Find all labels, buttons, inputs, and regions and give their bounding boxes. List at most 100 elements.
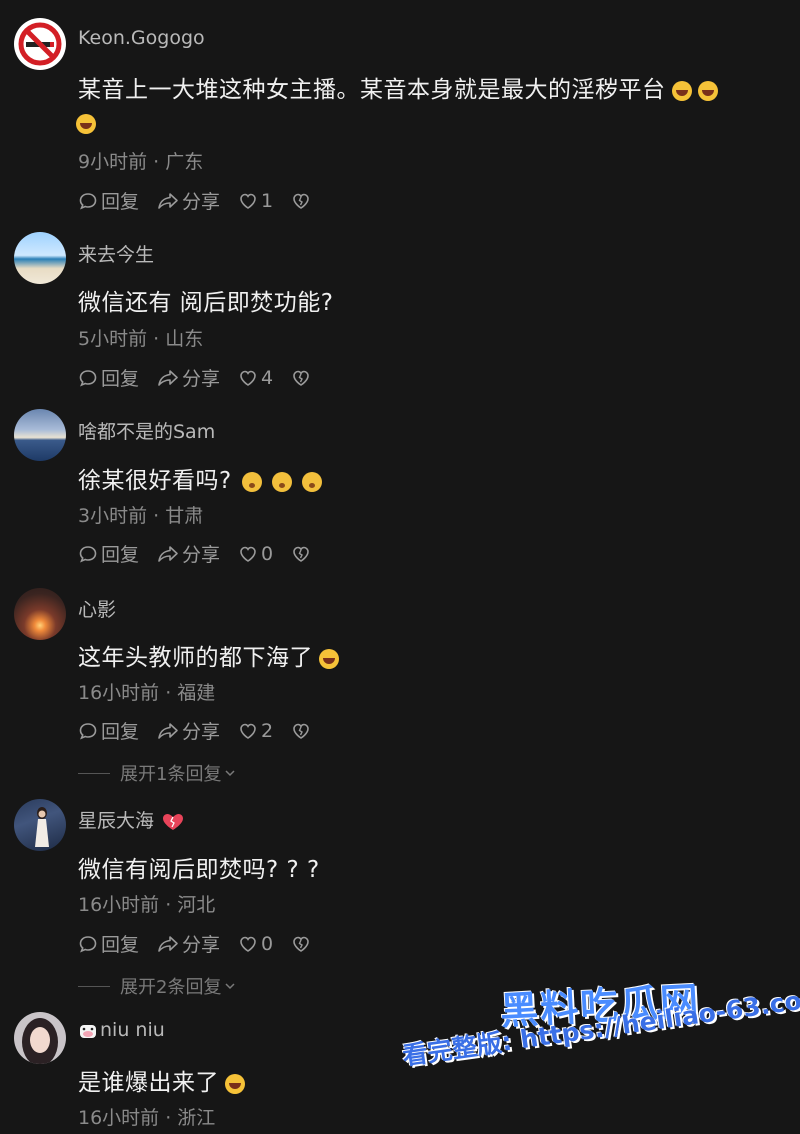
share-button[interactable]: 分享 [157,187,220,214]
username[interactable]: 啥都不是的Sam [78,417,215,444]
broken-heart-icon [293,193,309,209]
laughing-emoji-icon [225,1073,245,1094]
like-count: 4 [261,366,274,389]
share-icon [158,369,178,386]
comment-text-content: 是谁爆出来了 [78,1070,219,1096]
reply-label: 回复 [101,934,140,956]
username[interactable]: 星辰大海 [78,806,184,833]
avatar[interactable] [14,588,66,640]
broken-heart-icon [293,723,309,739]
comment-actions: 回复 分享 0 [78,540,332,567]
divider [78,772,110,774]
comment-text: 微信有阅后即焚吗? ? ? [78,857,320,883]
like-button[interactable]: 4 [238,367,273,389]
divider [78,985,110,987]
comment-text-content: 徐某很好看吗? [78,468,232,494]
dislike-button[interactable] [291,544,314,564]
comment-text: 这年头教师的都下海了 [78,638,339,672]
avatar[interactable] [14,409,66,461]
laughing-emoji-icon [76,113,96,134]
avatar[interactable] [14,1012,66,1064]
reply-icon [79,192,97,209]
reply-button[interactable]: 回复 [78,364,139,391]
comment-actions: 回复 分享 1 [78,187,332,214]
avatar[interactable] [14,232,66,284]
comment-actions: 回复 分享 2 [78,717,332,744]
share-icon [158,722,178,739]
like-button[interactable]: 0 [238,543,273,565]
time-location: 16小时前 · 河北 [78,894,216,916]
share-button[interactable]: 分享 [157,364,220,391]
share-label: 分享 [182,544,221,566]
dislike-button[interactable] [291,191,314,211]
watermark: 黑料吃瓜网 看完整版: https://heiliao-63.com [395,975,800,1125]
share-label: 分享 [182,934,221,956]
comment-text: 微信还有 阅后即焚功能? [78,290,334,316]
like-button[interactable]: 1 [238,190,273,212]
reply-label: 回复 [101,368,140,390]
time-location: 5小时前 · 山东 [78,328,204,350]
share-label: 分享 [182,721,221,743]
cow-emoji-icon [80,1024,96,1038]
reply-button[interactable]: 回复 [78,930,139,957]
username-text: niu niu [100,1019,165,1041]
laughing-emoji-icon [671,80,692,101]
comment-text-content: 这年头教师的都下海了 [78,645,313,671]
reply-button[interactable]: 回复 [78,717,139,744]
like-button[interactable]: 0 [238,933,273,955]
yawning-emoji-icon [301,471,322,492]
chevron-down-icon [225,983,235,990]
avatar[interactable] [14,18,66,70]
time-location: 16小时前 · 福建 [78,682,216,704]
broken-heart-icon [293,370,309,386]
like-count: 0 [261,932,274,955]
dislike-button[interactable] [291,721,314,741]
expand-replies-button[interactable]: 展开2条回复 [78,973,237,999]
expand-replies-button[interactable]: 展开1条回复 [78,760,237,786]
share-icon [158,545,178,562]
like-count: 2 [261,719,274,742]
laughing-emoji-icon [697,80,718,101]
no-smoking-icon [16,20,64,68]
reply-button[interactable]: 回复 [78,540,139,567]
share-icon [158,935,178,952]
laughing-emoji-icon [319,648,339,669]
woman-photo [35,807,49,847]
girl-photo [22,1018,58,1064]
username-text: 星辰大海 [78,810,155,832]
time-location: 9小时前 · 广东 [78,151,204,173]
expand-replies-label: 展开2条回复 [120,977,222,998]
yawning-emoji-icon [271,471,292,492]
username[interactable]: 来去今生 [78,240,154,267]
like-button[interactable]: 2 [238,720,273,742]
heart-icon [240,546,256,562]
yawning-emoji-icon [241,471,262,492]
dislike-button[interactable] [291,368,314,388]
share-button[interactable]: 分享 [157,540,220,567]
reply-label: 回复 [101,191,140,213]
chevron-down-icon [225,770,235,777]
reply-label: 回复 [101,721,140,743]
comment-actions: 回复 分享 0 [78,930,332,957]
username[interactable]: 心影 [78,595,116,622]
username[interactable]: niu niu [78,1019,165,1041]
expand-replies-label: 展开1条回复 [120,764,222,785]
time-location: 16小时前 · 浙江 [78,1107,216,1129]
heart-icon [240,936,256,952]
dislike-button[interactable] [291,934,314,954]
time-location: 3小时前 · 甘肃 [78,505,204,527]
share-button[interactable]: 分享 [157,717,220,744]
heart-icon [240,193,256,209]
share-label: 分享 [182,368,221,390]
username[interactable]: Keon.Gogogo [78,27,205,49]
broken-heart-icon [293,546,309,562]
comment-actions: 回复 分享 4 [78,364,332,391]
heart-icon [240,370,256,386]
broken-heart-emoji-icon [163,813,184,830]
reply-button[interactable]: 回复 [78,187,139,214]
reply-icon [79,545,97,562]
avatar[interactable] [14,799,66,851]
share-button[interactable]: 分享 [157,930,220,957]
heart-icon [240,723,256,739]
share-label: 分享 [182,191,221,213]
